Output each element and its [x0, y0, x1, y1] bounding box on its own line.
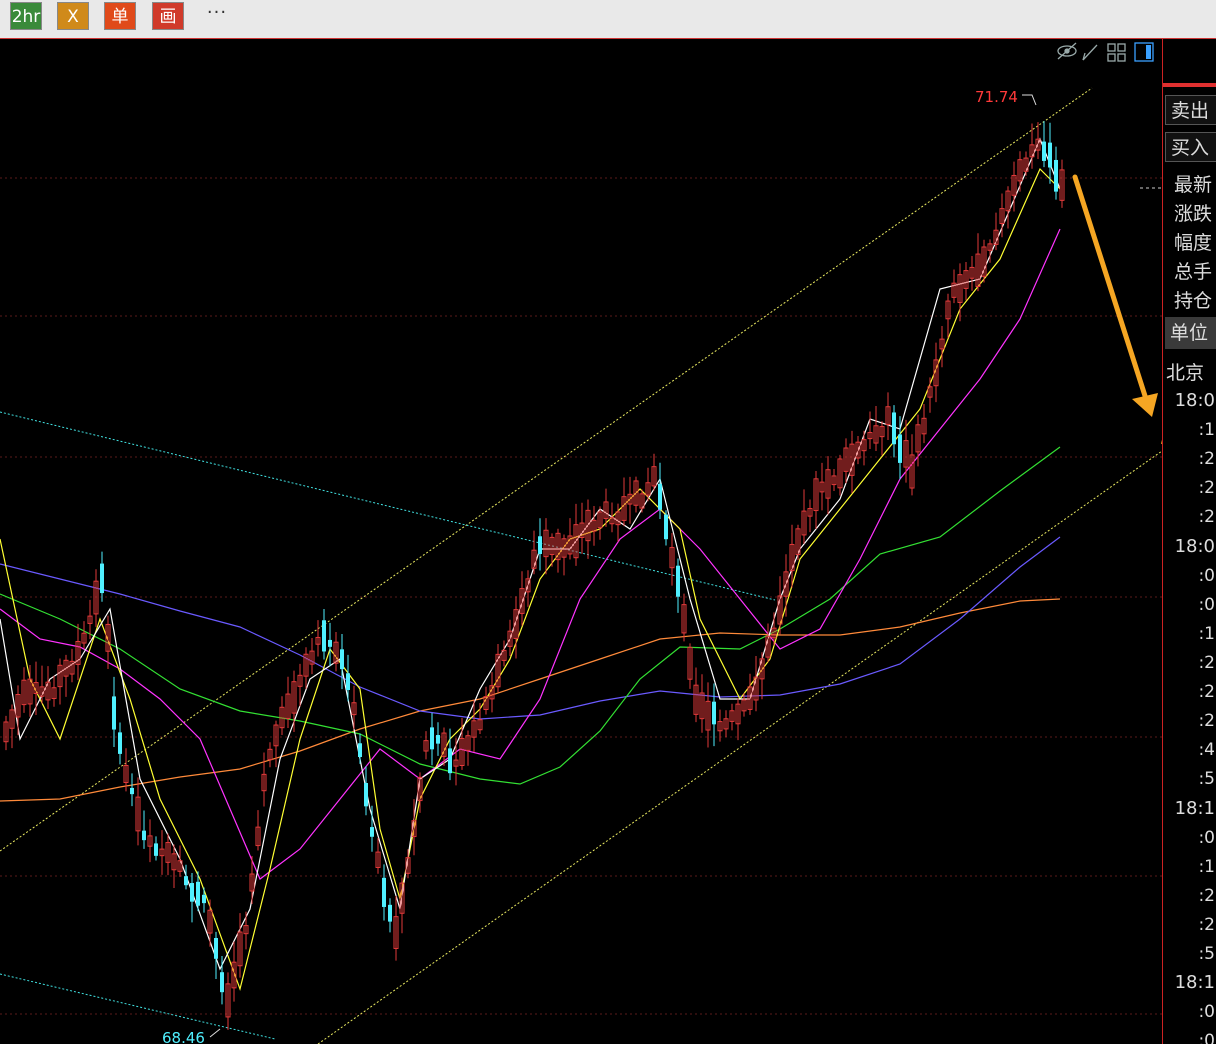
ma120-line [0, 598, 1061, 802]
candle-body [184, 876, 188, 886]
pencil-icon[interactable] [1082, 44, 1098, 61]
candle-body [898, 434, 902, 463]
change-percent-label: 幅度 [1174, 232, 1213, 254]
low-price-label: 68.46 [162, 1029, 205, 1044]
order-button[interactable]: 单 [104, 2, 136, 30]
candle-body [202, 894, 206, 904]
candle-body [322, 620, 326, 652]
unit-label: 单位 [1165, 317, 1216, 349]
candle-body [664, 514, 668, 540]
candle-body [430, 727, 434, 750]
forecast-arrow-head [1132, 393, 1158, 417]
beijing-time-label: 北京 [1166, 362, 1205, 384]
candle-body [328, 639, 332, 647]
candle-body [346, 673, 350, 690]
toolbar: 2hr X 单 画 ··· [0, 0, 1216, 39]
quote-sidebar: 卖出 买入 最新 涨跌 幅度 总手 持仓 单位 北京 18:0 :1 :2 :2 :2 1… [1162, 39, 1216, 1044]
sidebar-toggle-icon[interactable] [1134, 42, 1154, 62]
tick-time: :5 [1198, 944, 1215, 964]
candle-body [220, 972, 224, 993]
candle-series [3, 121, 1065, 1030]
latest-price-label: 最新 [1174, 174, 1213, 196]
candle-body [1054, 159, 1058, 192]
candle-body [154, 843, 158, 856]
candle-body [370, 827, 374, 837]
sell-button[interactable]: 卖出 [1165, 95, 1216, 125]
tick-time: :4 [1198, 740, 1215, 760]
ma20-line [0, 228, 1061, 880]
candle-body [436, 735, 440, 744]
tick-time: :1 [1198, 624, 1215, 644]
channel-lower-line[interactable] [317, 450, 1162, 1044]
candle-body [112, 696, 116, 730]
candle-body [382, 877, 386, 907]
tick-time: :0 [1198, 1031, 1215, 1044]
tick-time: :2 [1198, 507, 1215, 527]
tick-time: :0 [1198, 595, 1215, 615]
moving-averages [0, 137, 1061, 992]
tick-time: :0 [1198, 1002, 1215, 1022]
candle-body [1048, 142, 1052, 168]
tick-time: :0 [1198, 828, 1215, 848]
tick-time: :2 [1198, 478, 1215, 498]
chart-tools [1057, 42, 1154, 62]
total-volume-label: 总手 [1174, 261, 1213, 283]
candle-body [118, 732, 122, 754]
candle-body [892, 412, 896, 445]
candle-body [358, 743, 362, 758]
ma5-line [0, 137, 1061, 971]
candle-body [130, 787, 134, 795]
close-x-button[interactable]: X [57, 2, 89, 30]
tick-time: :2 [1198, 915, 1215, 935]
low-price-pointer [209, 1028, 221, 1038]
candle-body [388, 904, 392, 922]
open-interest-label: 持仓 [1174, 290, 1213, 312]
candle-body [658, 483, 662, 510]
candle-body [538, 536, 542, 555]
tick-time: :0 [1198, 566, 1215, 586]
buy-button[interactable]: 买入 [1165, 132, 1216, 162]
tick-time: 18:0 [1174, 390, 1215, 411]
high-price-pointer [1022, 94, 1037, 106]
eye-icon[interactable] [1057, 42, 1077, 60]
tick-time: 18:1 [1174, 972, 1215, 993]
sidebar-accent-bar [1163, 83, 1216, 87]
tick-time: :2 [1198, 886, 1215, 906]
candle-body [712, 701, 716, 725]
tick-time: :2 [1198, 682, 1215, 702]
more-options-button[interactable]: ··· [200, 2, 234, 30]
tick-time: :1 [1198, 857, 1215, 877]
ma60-line [0, 536, 1061, 720]
forecast-arrow-shaft [1072, 174, 1149, 402]
candle-body [448, 748, 452, 774]
candlestick-chart[interactable]: 71.74 68.46 [0, 39, 1162, 1044]
change-label: 涨跌 [1174, 203, 1213, 225]
candle-body [364, 782, 368, 807]
draw-button[interactable]: 画 [152, 2, 184, 30]
tick-time: :1 [1198, 420, 1215, 440]
tick-time: :2 [1198, 449, 1215, 469]
tick-time: 18:1 [1174, 798, 1215, 819]
candle-body [214, 938, 218, 959]
candle-body [100, 563, 104, 594]
grid-layout-icon[interactable] [1107, 43, 1126, 62]
candle-body [1042, 141, 1046, 161]
ma40-line [0, 446, 1061, 785]
tick-time: :2 [1198, 653, 1215, 673]
candle-body [676, 565, 680, 597]
tick-time: :2 [1198, 711, 1215, 731]
period-2hr-button[interactable]: 2hr [10, 2, 42, 30]
candle-body [190, 883, 194, 902]
grid-lines [0, 177, 1162, 1015]
candle-body [196, 881, 200, 906]
chart-canvas: 71.74 68.46 [0, 42, 1162, 1044]
tick-time: 18:0 [1174, 536, 1215, 557]
candle-body [340, 649, 344, 670]
candle-body [142, 830, 146, 841]
tick-time: :5 [1198, 769, 1215, 789]
high-price-label: 71.74 [975, 88, 1018, 106]
